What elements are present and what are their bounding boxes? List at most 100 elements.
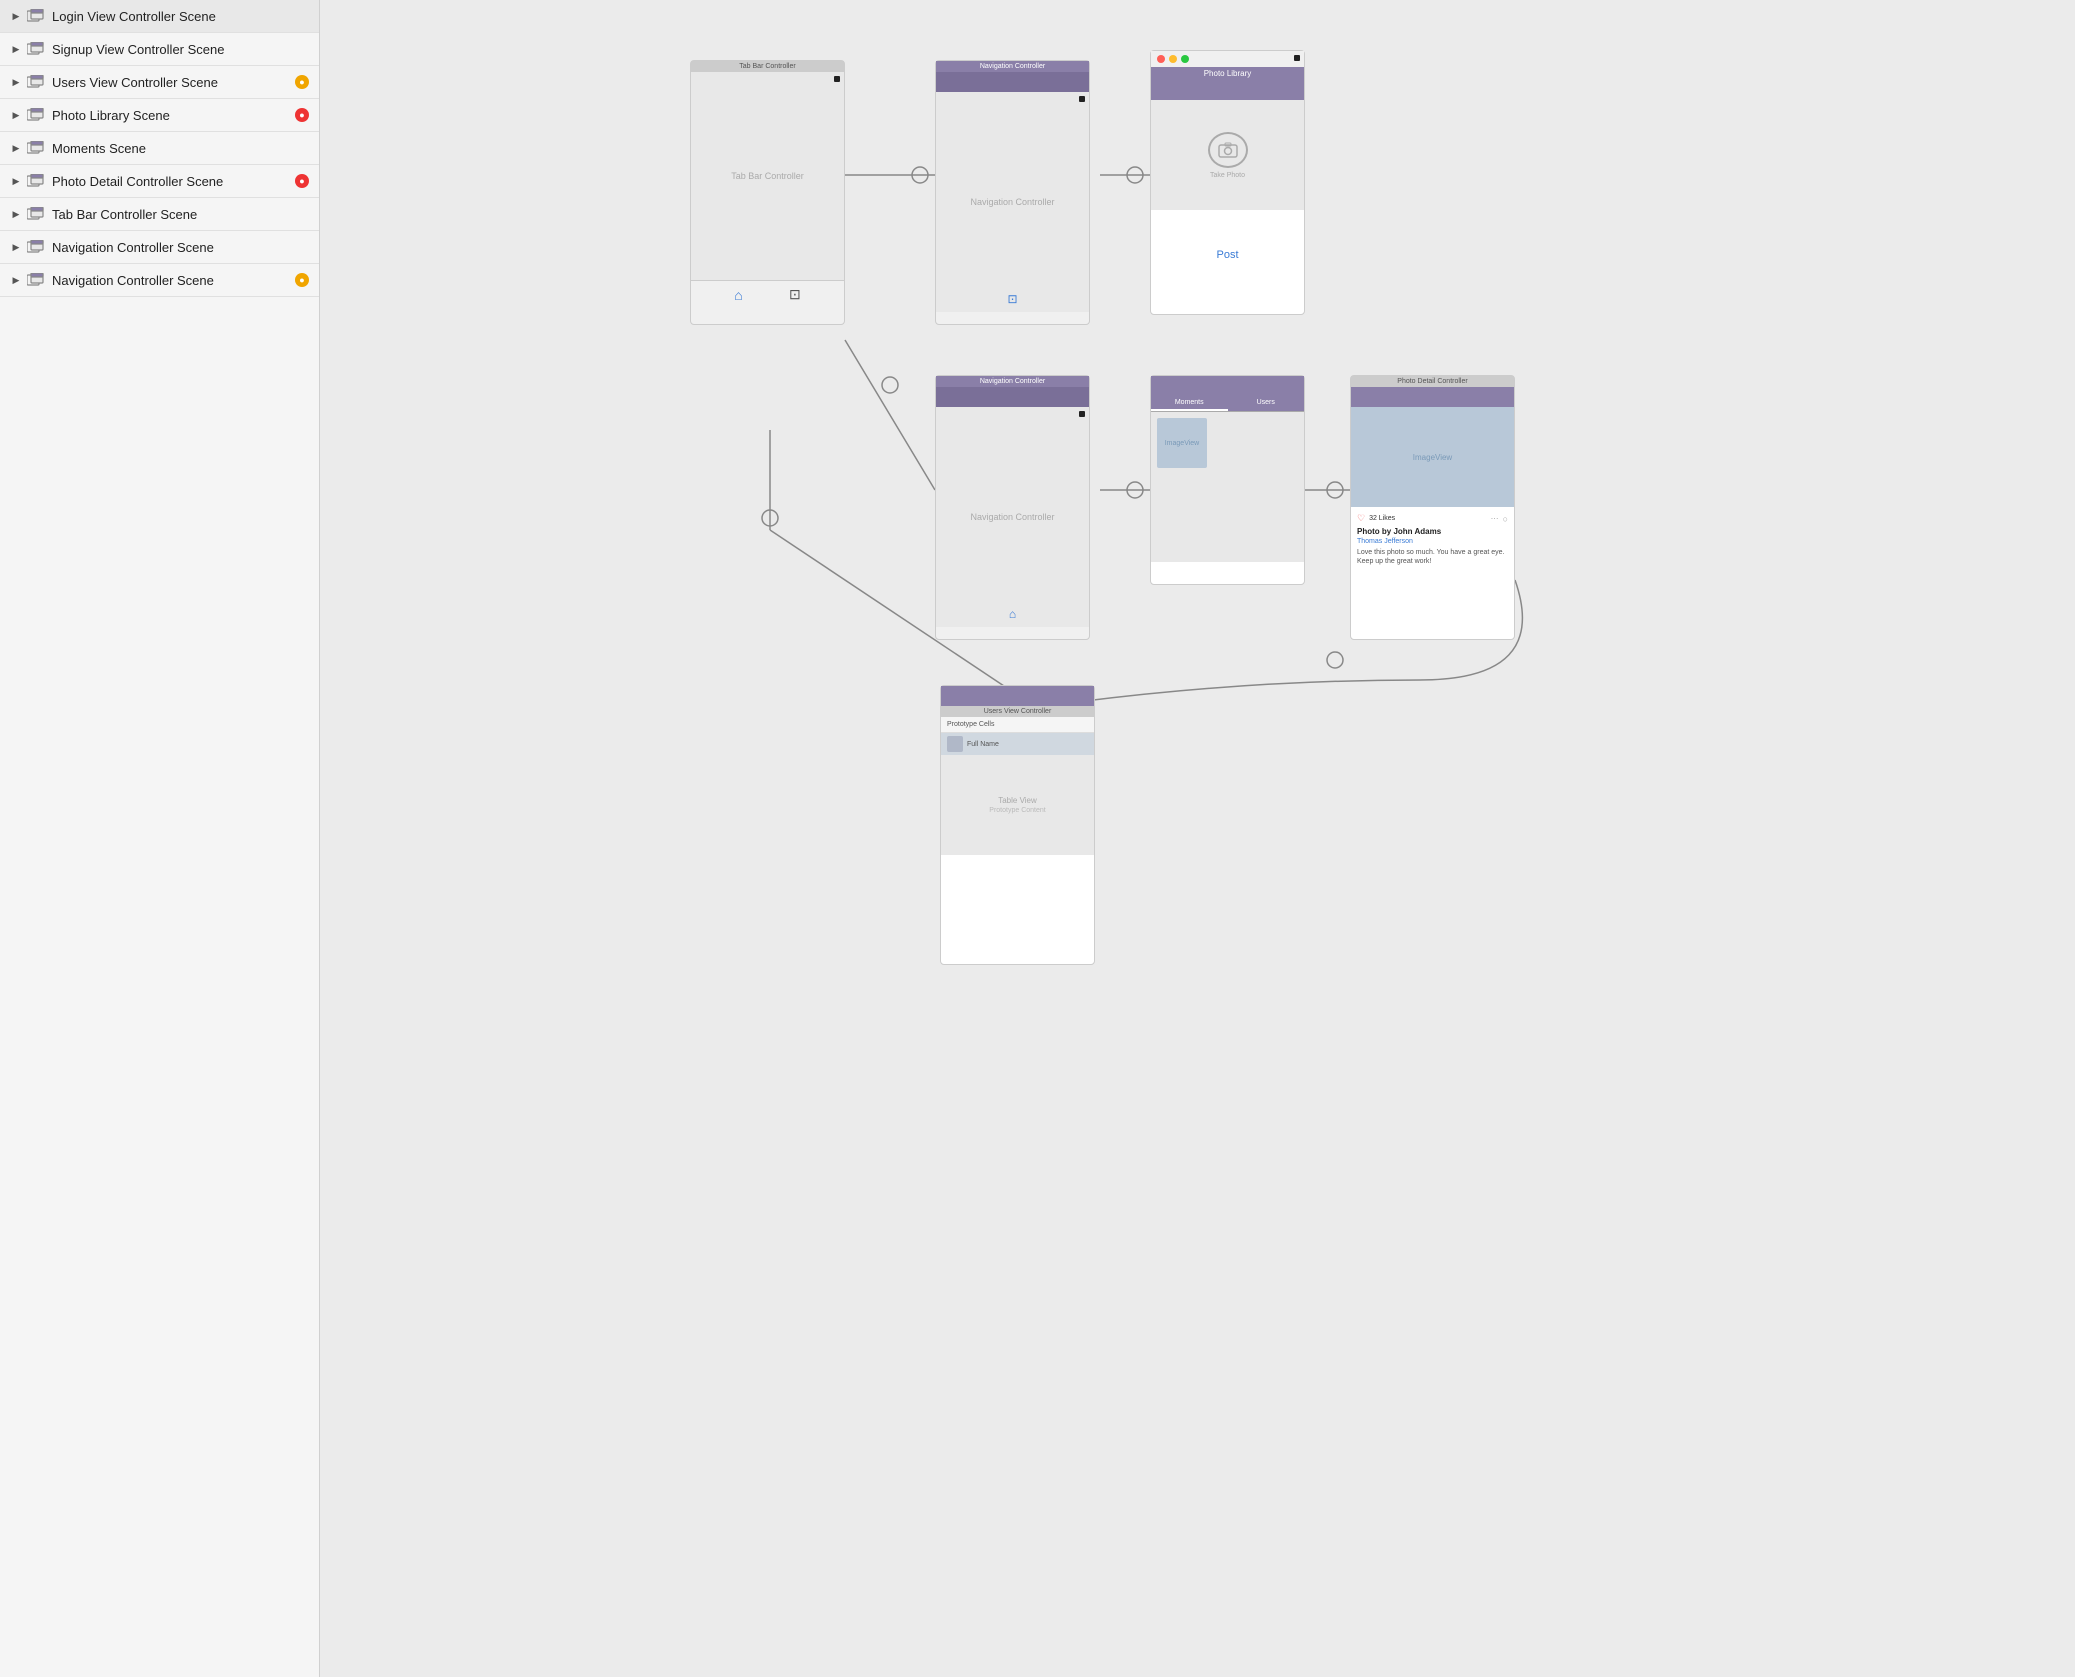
- sidebar-item-photo-library-scene[interactable]: ▶ Photo Library Scene●: [0, 99, 319, 132]
- sidebar-item-label: Tab Bar Controller Scene: [52, 207, 309, 222]
- badge-red-icon: ●: [295, 174, 309, 188]
- sidebar-item-photo-detail-controller-scene[interactable]: ▶ Photo Detail Controller Scene●: [0, 165, 319, 198]
- moments-imageview: ImageView: [1157, 418, 1207, 468]
- sidebar-item-signup-view-controller-scene[interactable]: ▶ Signup View Controller Scene: [0, 33, 319, 66]
- users-table-area: Table View Prototype Content: [941, 755, 1094, 855]
- nav-controller-2-box: Navigation Controller Navigation Control…: [935, 375, 1090, 640]
- nav-controller-1-subheader: [936, 72, 1089, 92]
- prototype-content-label: Prototype Content: [989, 807, 1045, 814]
- sidebar-arrow-icon: ▶: [10, 208, 22, 220]
- moments-body: ImageView: [1151, 412, 1304, 562]
- sidebar-item-label: Moments Scene: [52, 141, 309, 156]
- sidebar-arrow-icon: ▶: [10, 10, 22, 22]
- sidebar-item-label: Navigation Controller Scene: [52, 273, 295, 288]
- users-cell-name: Full Name: [967, 741, 999, 748]
- sidebar-item-label: Photo Library Scene: [52, 108, 295, 123]
- sidebar-item-tab-bar-controller-scene[interactable]: ▶ Tab Bar Controller Scene: [0, 198, 319, 231]
- photo-detail-header: Photo Detail Controller: [1351, 376, 1514, 387]
- photo-detail-nav: [1351, 387, 1514, 407]
- photo-detail-comment: Love this photo so much. You have a grea…: [1357, 548, 1508, 566]
- nav-controller-2-subheader: [936, 387, 1089, 407]
- nav-controller-2-icon-bar: ⌂: [936, 607, 1089, 621]
- users-title-bar: Users View Controller: [941, 706, 1094, 717]
- nav1-bottom-icon: ⊡: [1007, 292, 1017, 306]
- users-header: [941, 686, 1094, 706]
- sidebar-item-label: Photo Detail Controller Scene: [52, 174, 295, 189]
- sidebar-arrow-icon: ▶: [10, 43, 22, 55]
- tabbar-footer: ⌂ ⊡: [691, 280, 844, 308]
- comment-icon[interactable]: ○: [1503, 514, 1508, 524]
- canvas-inner: Tab Bar Controller Tab Bar Controller ⌂ …: [320, 0, 2075, 1500]
- nav-controller-1-body: Navigation Controller ⊡: [936, 92, 1089, 312]
- users-cell: Full Name: [941, 733, 1094, 755]
- photo-lib-header: Photo Library: [1151, 67, 1304, 80]
- scene-icon: [26, 41, 46, 57]
- sidebar-item-label: Users View Controller Scene: [52, 75, 295, 90]
- tabbar-label: Tab Bar Controller: [691, 171, 844, 181]
- photo-lib-titlebar: [1151, 51, 1304, 67]
- tabbar-dot: [834, 76, 840, 82]
- photo-detail-box: Photo Detail Controller ImageView ♡ 32 L…: [1350, 375, 1515, 640]
- moments-box: Moments Users ImageView: [1150, 375, 1305, 585]
- tl-green: [1181, 55, 1189, 63]
- scene-icon: [26, 206, 46, 222]
- nav-controller-1-icon-bar: ⊡: [936, 292, 1089, 306]
- sidebar-arrow-icon: ▶: [10, 241, 22, 253]
- photo-lib-nav-bar: [1151, 80, 1304, 100]
- camera-svg: [1218, 142, 1238, 158]
- camera-circle-icon: [1208, 132, 1248, 168]
- nav-controller-2-dot: [1079, 411, 1085, 417]
- sidebar-item-label: Login View Controller Scene: [52, 9, 309, 24]
- moments-tab-users[interactable]: Users: [1228, 396, 1305, 411]
- badge-yellow-icon: ●: [295, 75, 309, 89]
- more-options-icon[interactable]: ···: [1491, 514, 1499, 523]
- moments-tab-moments[interactable]: Moments: [1151, 396, 1228, 411]
- scene-icon: [26, 173, 46, 189]
- sidebar-item-login-view-controller-scene[interactable]: ▶ Login View Controller Scene: [0, 0, 319, 33]
- photo-detail-user[interactable]: Thomas Jefferson: [1357, 538, 1508, 545]
- photo-library-box: Photo Library Take Photo Post: [1150, 50, 1305, 315]
- nav2-bottom-icon: ⌂: [1009, 607, 1016, 621]
- sidebar-arrow-icon: ▶: [10, 76, 22, 88]
- photo-detail-title: Photo by John Adams: [1357, 527, 1508, 536]
- scene-icon: [26, 74, 46, 90]
- camera-tab-icon[interactable]: ⊡: [789, 286, 801, 303]
- users-view-controller-box: Users View Controller Prototype Cells Fu…: [940, 685, 1095, 965]
- scene-icon: [26, 107, 46, 123]
- sidebar-arrow-icon: ▶: [10, 175, 22, 187]
- nav-controller-2-header: Navigation Controller: [936, 376, 1089, 387]
- scene-icon: [26, 239, 46, 255]
- nav-controller-2-label: Navigation Controller: [936, 512, 1089, 522]
- take-photo-label: Take Photo: [1210, 172, 1245, 179]
- sidebar-items: ▶ Login View Controller Scene▶ Signup Vi…: [0, 0, 319, 297]
- sidebar-item-navigation-controller-scene-1[interactable]: ▶ Navigation Controller Scene: [0, 231, 319, 264]
- sidebar: ▶ Login View Controller Scene▶ Signup Vi…: [0, 0, 320, 1677]
- sidebar-item-label: Signup View Controller Scene: [52, 42, 309, 57]
- tl-red: [1157, 55, 1165, 63]
- photo-lib-body: Take Photo: [1151, 100, 1304, 210]
- canvas[interactable]: Tab Bar Controller Tab Bar Controller ⌂ …: [320, 0, 2075, 1677]
- likes-count: 32 Likes: [1369, 515, 1395, 522]
- photo-detail-likes-row: ♡ 32 Likes ··· ○: [1357, 513, 1508, 524]
- sidebar-item-users-view-controller-scene[interactable]: ▶ Users View Controller Scene●: [0, 66, 319, 99]
- scene-icon: [26, 272, 46, 288]
- badge-yellow-icon: ●: [295, 273, 309, 287]
- photo-lib-post-area: Post: [1151, 210, 1304, 300]
- users-prototype-label: Prototype Cells: [941, 717, 1094, 733]
- sidebar-item-label: Navigation Controller Scene: [52, 240, 309, 255]
- sidebar-item-moments-scene[interactable]: ▶ Moments Scene: [0, 132, 319, 165]
- photo-lib-dot: [1294, 55, 1300, 61]
- tabbar-body: Tab Bar Controller: [691, 72, 844, 280]
- home-tab-icon[interactable]: ⌂: [734, 287, 742, 303]
- moments-header: [1151, 376, 1304, 396]
- nav-controller-2-body: Navigation Controller ⌂: [936, 407, 1089, 627]
- sidebar-item-navigation-controller-scene-2[interactable]: ▶ Navigation Controller Scene●: [0, 264, 319, 297]
- post-button[interactable]: Post: [1216, 249, 1238, 261]
- photo-detail-imageview: ImageView: [1351, 407, 1514, 507]
- moments-tabs: Moments Users: [1151, 396, 1304, 412]
- nav-controller-1-dot: [1079, 96, 1085, 102]
- nav-controller-1-header: Navigation Controller: [936, 61, 1089, 72]
- sidebar-arrow-icon: ▶: [10, 274, 22, 286]
- users-cell-avatar: [947, 736, 963, 752]
- table-view-label: Table View: [998, 796, 1037, 805]
